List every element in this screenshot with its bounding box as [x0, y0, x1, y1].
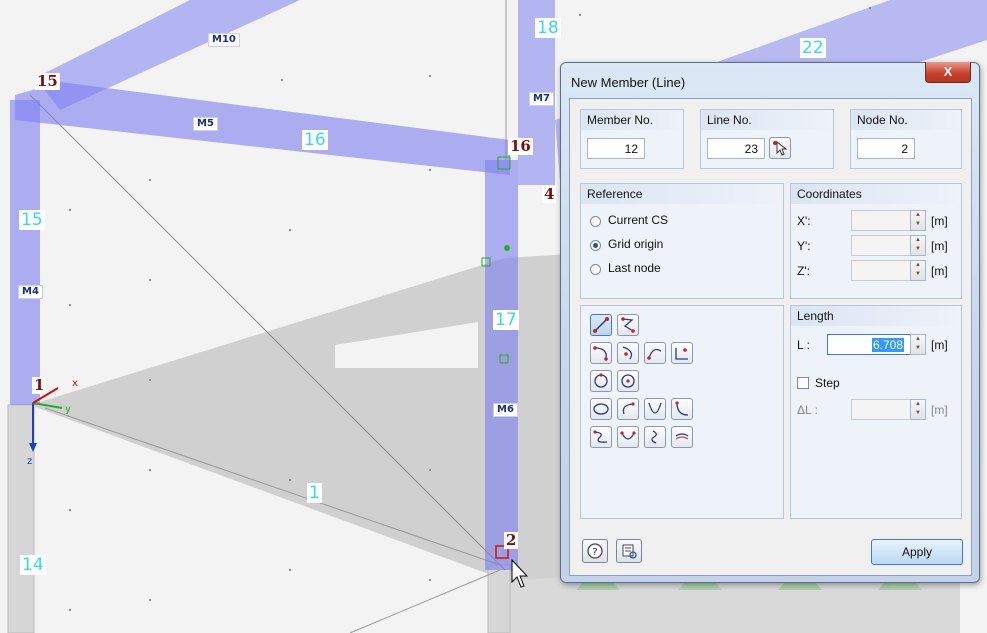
node-no-input[interactable]: 2	[857, 138, 915, 159]
coord-z-spinner[interactable]: ▲ ▼	[910, 260, 926, 281]
delta-length-label: ΔL :	[797, 403, 818, 417]
coordinates-group: Coordinates X': ▲ ▼ [m] Y': ▲ ▼ [m] Z': ▲ ▼…	[790, 183, 962, 299]
offset-tool-icon[interactable]	[671, 426, 693, 448]
dialog-title: New Member (Line)	[571, 75, 686, 90]
line-no-group: Line No. 23	[700, 109, 834, 169]
circle-tool-icon[interactable]	[590, 370, 612, 392]
dialog-body: Member No. 12 Line No. 23 Node No. 2 Ref…	[569, 98, 972, 576]
node-no-group: Node No. 2	[850, 109, 962, 169]
coord-x-unit: [m]	[931, 214, 948, 228]
column-m6	[485, 160, 518, 570]
coord-z-input[interactable]	[851, 260, 911, 281]
arc-tangent-tool-icon[interactable]	[644, 342, 666, 364]
polyline-tool-icon[interactable]	[617, 314, 639, 336]
svg-text:?: ?	[592, 547, 597, 558]
length-value-selected: 6.708	[871, 338, 904, 352]
coordinates-title: Coordinates	[791, 184, 961, 204]
pick-cursor-icon	[773, 140, 788, 156]
beam-m7	[518, 0, 555, 185]
coord-x-spinner[interactable]: ▲ ▼	[910, 210, 926, 231]
coord-x-label: X':	[797, 214, 811, 228]
new-member-dialog: New Member (Line) X Member No. 12 Line N…	[560, 62, 980, 583]
radio-grid-origin-label: Grid origin	[608, 237, 664, 251]
circle-center-tool-icon[interactable]	[617, 370, 639, 392]
radio-grid-origin[interactable]	[590, 240, 601, 251]
spline-tool-icon[interactable]	[671, 398, 693, 420]
radio-current-cs-label: Current CS	[608, 213, 669, 227]
coord-y-label: Y':	[797, 239, 811, 253]
close-button[interactable]: X	[925, 62, 971, 83]
helix-tool-icon[interactable]	[644, 426, 666, 448]
delta-length-input[interactable]	[851, 399, 911, 420]
length-title: Length	[791, 306, 961, 326]
length-label: L :	[797, 338, 810, 352]
bspline-tool-icon[interactable]	[590, 426, 612, 448]
node-no-label: Node No.	[851, 110, 961, 130]
arc-point-tool-icon[interactable]	[671, 342, 693, 364]
delta-length-spinner[interactable]: ▲ ▼	[910, 399, 926, 420]
arc-tool-icon[interactable]	[590, 342, 612, 364]
details-icon	[622, 544, 637, 559]
apply-button[interactable]: Apply	[871, 539, 963, 565]
delta-length-unit: [m]	[931, 403, 948, 417]
length-group: Length L : 6.708 ▲ ▼ [m] Step ΔL : ▲ ▼ [m]	[790, 305, 962, 519]
elliptic-arc-tool-icon[interactable]	[617, 398, 639, 420]
details-button[interactable]	[616, 539, 642, 563]
step-checkbox[interactable]	[797, 377, 809, 389]
reference-group: Reference Current CS Grid origin Last no…	[580, 183, 784, 299]
reference-title: Reference	[581, 184, 783, 204]
member-no-group: Member No. 12	[580, 109, 684, 169]
ellipse-tool-icon[interactable]	[590, 398, 612, 420]
radio-last-node[interactable]	[590, 264, 601, 275]
coord-y-spinner[interactable]: ▲ ▼	[910, 235, 926, 256]
help-icon: ?	[587, 543, 603, 559]
coord-y-input[interactable]	[851, 235, 911, 256]
line-type-tools-group	[580, 305, 784, 519]
arc-center-tool-icon[interactable]	[617, 342, 639, 364]
pick-line-button[interactable]	[769, 137, 791, 159]
coord-y-unit: [m]	[931, 239, 948, 253]
step-label: Step	[815, 376, 840, 390]
member-no-input[interactable]: 12	[587, 138, 645, 159]
line-tool-icon[interactable]	[590, 314, 612, 336]
radio-current-cs[interactable]	[590, 216, 601, 227]
line-no-label: Line No.	[701, 110, 833, 130]
help-button[interactable]: ?	[582, 539, 608, 563]
coord-z-label: Z':	[797, 264, 810, 278]
parabola-tool-icon[interactable]	[644, 398, 666, 420]
length-spinner[interactable]: ▲ ▼	[910, 334, 926, 355]
line-no-input[interactable]: 23	[707, 138, 765, 159]
radio-last-node-label: Last node	[608, 261, 661, 275]
member-no-label: Member No.	[581, 110, 683, 130]
coord-z-unit: [m]	[931, 264, 948, 278]
nurbs-tool-icon[interactable]	[617, 426, 639, 448]
length-unit: [m]	[931, 338, 948, 352]
length-input[interactable]: 6.708	[827, 334, 911, 355]
column-m4	[10, 100, 40, 405]
coord-x-input[interactable]	[851, 210, 911, 231]
